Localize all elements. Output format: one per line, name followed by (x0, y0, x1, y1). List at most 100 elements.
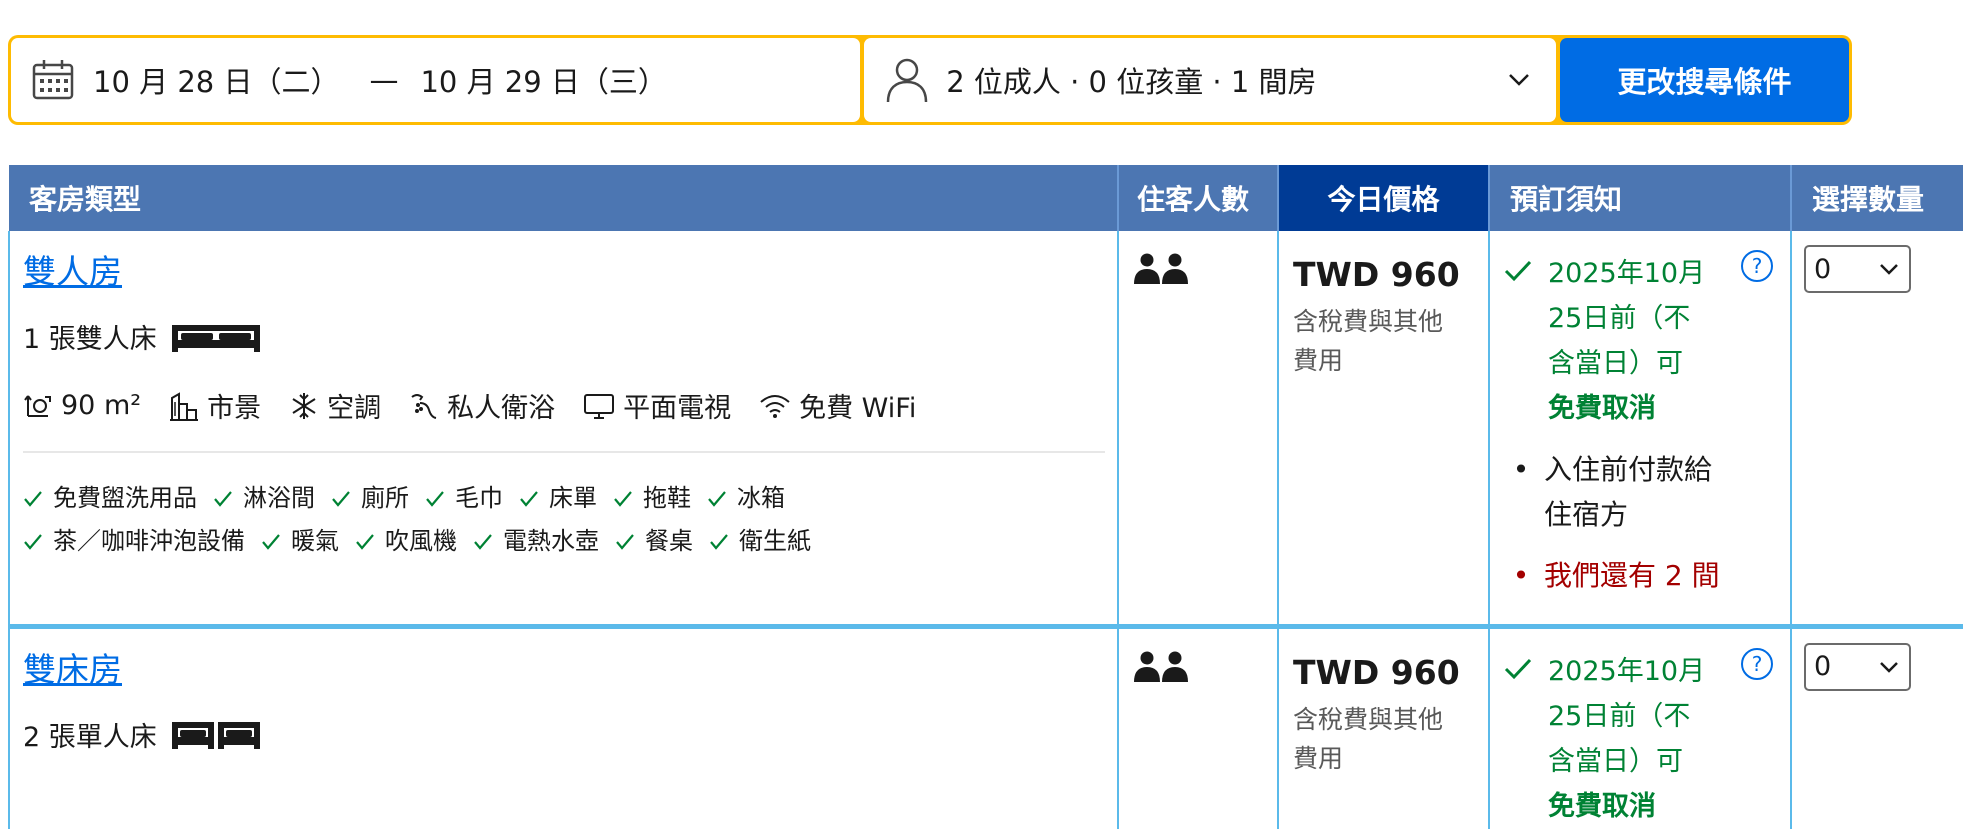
amenity-label: 暖氣 (291, 527, 339, 555)
amenity-item: 茶／咖啡沖泡設備 (23, 520, 245, 563)
check-icon (473, 533, 493, 551)
two-persons-icon (1119, 231, 1277, 289)
amenity-label: 吹風機 (385, 527, 457, 555)
facility-label: 免費 WiFi (799, 393, 917, 424)
check-icon (23, 533, 43, 551)
check-icon (355, 533, 375, 551)
person-icon (886, 57, 928, 103)
check-icon (261, 533, 281, 551)
qty-cell: 0 (1791, 231, 1963, 626)
check-icon (331, 490, 351, 508)
price-cell: TWD 960 含稅費與其他費用 (1278, 623, 1490, 829)
room-table: 客房類型 住客人數 今日價格 預訂須知 選擇數量 雙人房 1 張雙人床 90 m… (8, 165, 1963, 829)
header-select-qty: 選擇數量 (1791, 165, 1963, 231)
amenity-list: 免費盥洗用品 淋浴間 廁所 毛巾 床單 拖鞋 冰箱茶／咖啡沖泡設備 暖氣 吹風機 電熱水壺 餐桌 衛生… (23, 477, 983, 563)
facility-item: 私人衛浴 (409, 386, 555, 425)
facility-item: 90 m² (23, 390, 141, 421)
amenity-label: 淋浴間 (243, 484, 315, 512)
amenity-item: 餐桌 (615, 520, 693, 563)
chevron-down-icon (1879, 263, 1899, 275)
table-row: 雙床房 2 張單人床 TWD 960 含稅費與其他費用 ? 2025年10月25… (8, 623, 1963, 829)
amenity-label: 茶／咖啡沖泡設備 (53, 527, 245, 555)
city-view-icon (169, 390, 199, 422)
guest-selector[interactable]: 2 位成人 · 0 位孩童 · 1 間房 (864, 38, 1556, 122)
check-icon (615, 533, 635, 551)
room-name-link[interactable]: 雙人房 (23, 245, 122, 293)
help-icon[interactable]: ? (1740, 647, 1774, 681)
header-booking-notes: 預訂須知 (1489, 165, 1792, 231)
bed-text: 2 張單人床 (23, 721, 157, 753)
check-icon (23, 490, 43, 508)
room-quantity-select[interactable]: 0 (1804, 642, 1911, 691)
snowflake-icon (289, 391, 319, 421)
amenity-item: 免費盥洗用品 (23, 477, 197, 520)
payment-note-text: 入住前付款給住宿方 (1544, 453, 1713, 531)
help-icon[interactable]: ? (1740, 249, 1774, 283)
guests-cell (1118, 231, 1279, 626)
room-size-icon (23, 391, 53, 421)
tv-icon (583, 391, 615, 421)
wifi-icon (759, 392, 791, 420)
price-cell: TWD 960 含稅費與其他費用 (1278, 231, 1490, 626)
check-icon (709, 533, 729, 551)
amenity-label: 廁所 (361, 484, 409, 512)
payment-note: • 入住前付款給住宿方 (1504, 447, 1782, 537)
two-persons-icon (1119, 629, 1277, 687)
amenity-label: 餐桌 (645, 527, 693, 555)
header-room-type: 客房類型 (9, 165, 1119, 231)
bathroom-icon (409, 391, 439, 421)
facility-label: 90 m² (61, 390, 142, 421)
amenity-label: 床單 (549, 484, 597, 512)
chevron-down-icon (1879, 661, 1899, 673)
check-icon (213, 490, 233, 508)
amenity-label: 免費盥洗用品 (53, 484, 197, 512)
check-out-date: 10 月 29 日（三） (420, 65, 667, 99)
facility-list: 90 m² 市景 空調 私人衛浴 平面電視 免費 WiFi (23, 386, 1105, 425)
amenity-item: 廁所 (331, 477, 409, 520)
room-quantity-select[interactable]: 0 (1804, 245, 1911, 293)
calendar-icon (31, 58, 75, 102)
check-icon (425, 490, 445, 508)
amenity-item: 冰箱 (707, 477, 785, 520)
amenity-item: 電熱水壺 (473, 520, 599, 563)
facility-item: 市景 (169, 386, 261, 425)
header-guests: 住客人數 (1118, 165, 1279, 231)
room-name-link[interactable]: 雙床房 (23, 643, 122, 691)
chevron-down-icon (1508, 73, 1530, 87)
header-today-price: 今日價格 (1278, 165, 1490, 231)
date-picker[interactable]: 10 月 28 日（二） — 10 月 29 日（三） (11, 38, 861, 122)
amenity-label: 毛巾 (455, 484, 503, 512)
scarcity-text: 我們還有 2 間 (1544, 559, 1720, 592)
check-icon (1504, 259, 1532, 283)
svg-text:?: ? (1752, 254, 1763, 278)
policy-cell: ? 2025年10月25日前（不含當日）可 免費取消 (1489, 623, 1792, 829)
check-icon (1504, 657, 1532, 681)
facility-label: 平面電視 (623, 393, 732, 424)
amenity-item: 床單 (519, 477, 597, 520)
room-type-cell: 雙床房 2 張單人床 (8, 623, 1119, 829)
search-bar: 10 月 28 日（二） — 10 月 29 日（三） 2 位成人 · 0 位孩… (8, 35, 1852, 125)
amenity-item: 毛巾 (425, 477, 503, 520)
svg-text:?: ? (1752, 652, 1763, 676)
facility-label: 空調 (327, 393, 382, 424)
amenity-label: 拖鞋 (643, 484, 691, 512)
double-bed-icon (169, 320, 263, 354)
guest-summary: 2 位成人 · 0 位孩童 · 1 間房 (946, 65, 1317, 99)
check-icon (519, 490, 539, 508)
room-type-cell: 雙人房 1 張雙人床 90 m² 市景 空調 私人衛浴 平面電視 免費 WiFi… (8, 231, 1119, 626)
policy-cell: ? 2025年10月25日前（不含當日）可 免費取消 • 入住前付款給住宿方 •… (1489, 231, 1792, 626)
date-separator: — (369, 63, 399, 97)
price-note: 含稅費與其他費用 (1293, 307, 1444, 375)
amenity-item: 暖氣 (261, 520, 339, 563)
twin-bed-icon (169, 717, 263, 751)
change-search-button[interactable]: 更改搜尋條件 (1559, 38, 1849, 122)
cancel-deadline: 2025年10月25日前（不含當日）可 (1548, 258, 1706, 379)
amenity-label: 衛生紙 (739, 527, 811, 555)
bed-info: 1 張雙人床 (23, 317, 1105, 356)
qty-value: 0 (1814, 253, 1832, 285)
facility-item: 空調 (289, 386, 381, 425)
facility-label: 市景 (207, 393, 262, 424)
table-row: 雙人房 1 張雙人床 90 m² 市景 空調 私人衛浴 平面電視 免費 WiFi… (8, 231, 1963, 626)
facility-label: 私人衛浴 (447, 393, 556, 424)
check-in-date: 10 月 28 日（二） (93, 65, 340, 99)
